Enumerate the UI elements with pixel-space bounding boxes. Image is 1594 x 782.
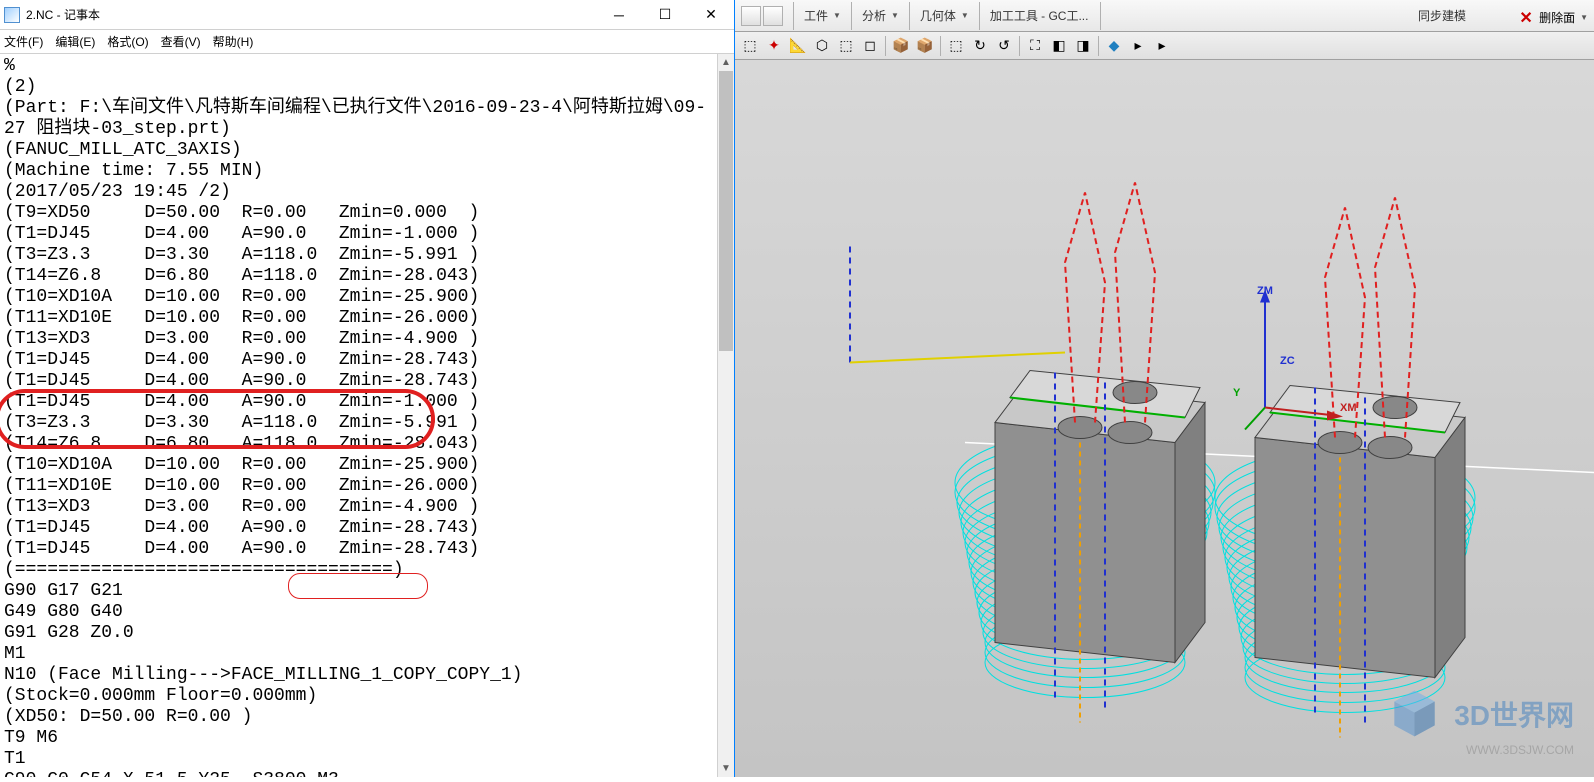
ribbon-icon[interactable] bbox=[763, 6, 783, 26]
text-area[interactable]: % (2) (Part: F:\车间文件\凡特斯车间编程\已执行文件\2016-… bbox=[0, 54, 734, 777]
tool-icon[interactable]: 📦 bbox=[890, 35, 912, 57]
tool-icon[interactable]: ◻ bbox=[859, 35, 881, 57]
toolbar: ⬚ ✦ 📐 ⬡ ⬚ ◻ 📦 📦 ⬚ ↻ ↺ ⛶ ◧ ◨ ◆ ▸ ▸ bbox=[735, 32, 1594, 60]
watermark-url: WWW.3DSJW.COM bbox=[1387, 743, 1574, 757]
menu-file[interactable]: 文件(F) bbox=[4, 33, 43, 50]
chevron-down-icon[interactable]: ▼ bbox=[1580, 13, 1588, 22]
scroll-thumb[interactable] bbox=[719, 71, 733, 351]
3d-scene bbox=[735, 60, 1594, 777]
group-workpiece[interactable]: 工件 bbox=[804, 7, 828, 24]
tool-icon[interactable]: ▸ bbox=[1151, 35, 1173, 57]
maximize-button[interactable]: ☐ bbox=[642, 0, 688, 30]
tool-icon[interactable]: ⬚ bbox=[835, 35, 857, 57]
chevron-down-icon[interactable]: ▼ bbox=[891, 11, 899, 20]
tool-icon[interactable]: ⛶ bbox=[1024, 35, 1046, 57]
delete-face-button[interactable]: ✕ 删除面 ▼ bbox=[1517, 0, 1588, 35]
menubar: 文件(F) 编辑(E) 格式(O) 查看(V) 帮助(H) bbox=[0, 30, 734, 54]
tool-icon[interactable]: ◆ bbox=[1103, 35, 1125, 57]
3d-viewport[interactable]: ZM ZC XM Y 3D世界网 WWW.3DSJW.COM bbox=[735, 60, 1594, 777]
menu-view[interactable]: 查看(V) bbox=[161, 33, 201, 50]
chevron-down-icon[interactable]: ▼ bbox=[833, 11, 841, 20]
logo-icon bbox=[1387, 686, 1442, 741]
group-geometry[interactable]: 几何体 bbox=[920, 7, 956, 24]
tool-icon[interactable]: ⬚ bbox=[945, 35, 967, 57]
tool-icon[interactable]: ✦ bbox=[763, 35, 785, 57]
scroll-up-icon[interactable]: ▲ bbox=[718, 54, 734, 71]
menu-edit[interactable]: 编辑(E) bbox=[55, 33, 95, 50]
axis-y: Y bbox=[1233, 387, 1240, 399]
tool-icon[interactable]: 📦 bbox=[914, 35, 936, 57]
titlebar[interactable]: 2.NC - 记事本 ─ ☐ ✕ bbox=[0, 0, 734, 30]
tool-icon[interactable]: ▸ bbox=[1127, 35, 1149, 57]
watermark: 3D世界网 WWW.3DSJW.COM bbox=[1387, 686, 1574, 757]
cad-window: 工件 ▼ 分析 ▼ 几何体 ▼ 加工工具 - GC工... 同步建模 ✕ 删除面… bbox=[735, 0, 1594, 777]
tool-icon[interactable]: 📐 bbox=[787, 35, 809, 57]
tool-icon[interactable]: ◨ bbox=[1072, 35, 1094, 57]
tool-icon[interactable]: ⬚ bbox=[739, 35, 761, 57]
tool-icon[interactable]: ◧ bbox=[1048, 35, 1070, 57]
axis-xm: XM bbox=[1340, 402, 1357, 414]
tool-icon[interactable]: ↻ bbox=[969, 35, 991, 57]
scroll-down-icon[interactable]: ▼ bbox=[718, 760, 734, 777]
tool-icon[interactable]: ↺ bbox=[993, 35, 1015, 57]
tool-icon[interactable]: ⬡ bbox=[811, 35, 833, 57]
ribbon: 工件 ▼ 分析 ▼ 几何体 ▼ 加工工具 - GC工... 同步建模 ✕ 删除面… bbox=[735, 0, 1594, 32]
menu-format[interactable]: 格式(O) bbox=[107, 33, 148, 50]
group-analysis[interactable]: 分析 bbox=[862, 7, 886, 24]
watermark-text: 3D世界网 bbox=[1454, 694, 1574, 734]
notepad-icon bbox=[4, 7, 20, 23]
notepad-window: 2.NC - 记事本 ─ ☐ ✕ 文件(F) 编辑(E) 格式(O) 查看(V)… bbox=[0, 0, 735, 777]
chevron-down-icon[interactable]: ▼ bbox=[961, 11, 969, 20]
menu-help[interactable]: 帮助(H) bbox=[213, 33, 254, 50]
group-sync[interactable]: 同步建模 bbox=[1418, 7, 1466, 24]
window-title: 2.NC - 记事本 bbox=[26, 6, 596, 23]
delete-icon: ✕ bbox=[1517, 9, 1535, 27]
ribbon-icon[interactable] bbox=[741, 6, 761, 26]
axis-zm: ZM bbox=[1257, 285, 1273, 297]
minimize-button[interactable]: ─ bbox=[596, 0, 642, 30]
group-tool[interactable]: 加工工具 - GC工... bbox=[990, 7, 1089, 24]
vertical-scrollbar[interactable]: ▲ ▼ bbox=[717, 54, 734, 777]
close-button[interactable]: ✕ bbox=[688, 0, 734, 30]
axis-zc: ZC bbox=[1280, 355, 1295, 367]
